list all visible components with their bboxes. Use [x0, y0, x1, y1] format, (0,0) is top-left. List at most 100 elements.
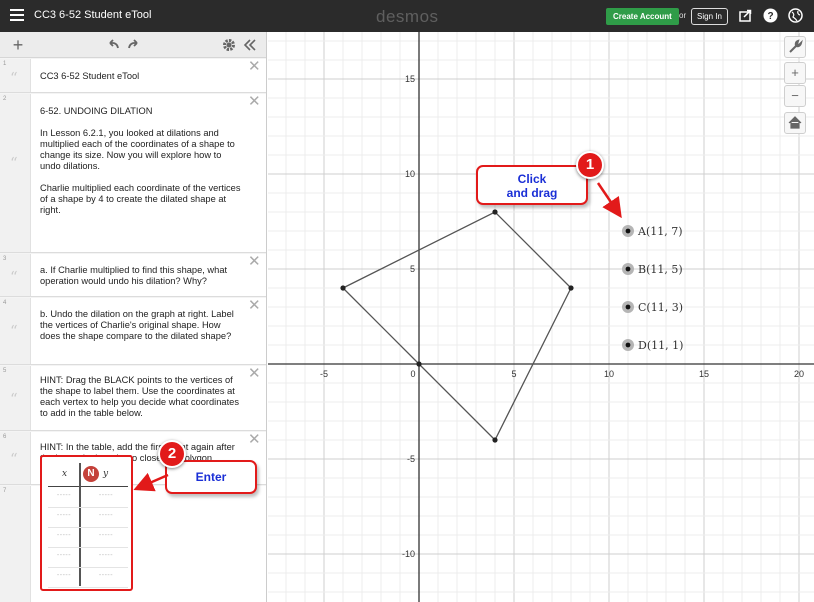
- table-cell-x[interactable]: -----: [50, 512, 78, 519]
- note-quote-icon: “: [10, 450, 18, 468]
- table-cell-y[interactable]: -----: [92, 572, 120, 579]
- expression-item[interactable]: 5 “ HINT: Drag the BLACK points to the v…: [0, 366, 266, 431]
- graph-canvas[interactable]: -5 0 5 10 15 20 15 10 5 -5 -10 A(11, 7) B(11, 5) C(11…: [268, 32, 814, 602]
- close-icon[interactable]: ✕: [248, 366, 261, 381]
- or-label: or: [679, 11, 687, 20]
- table-cell-y[interactable]: -----: [92, 512, 120, 519]
- table-row[interactable]: ----- -----: [48, 488, 128, 508]
- point-label: C(11, 3): [638, 301, 683, 314]
- note-text: a. If Charlie multiplied to find this sh…: [40, 265, 228, 286]
- gear-icon[interactable]: [221, 37, 237, 53]
- polygon-vertex: [568, 285, 574, 291]
- close-icon[interactable]: ✕: [248, 432, 261, 447]
- table-row[interactable]: ----- -----: [48, 568, 128, 588]
- item-number: 1: [3, 61, 7, 67]
- x-tick-label: 0: [410, 369, 415, 379]
- home-icon[interactable]: [784, 112, 806, 134]
- x-tick-label: -5: [320, 369, 328, 379]
- close-icon[interactable]: ✕: [248, 59, 261, 74]
- coordinate-table: x N y ----- ----- ----- ----- ----- ----- ----…: [40, 455, 133, 591]
- y-tick-label: -5: [407, 454, 415, 464]
- x-tick-label: 20: [794, 369, 804, 379]
- table-cell-x[interactable]: -----: [50, 572, 78, 579]
- add-item-icon[interactable]: +: [10, 36, 26, 54]
- note-text: 6-52. UNDOING DILATION In Lesson 6.2.1, …: [40, 106, 242, 216]
- table-cell-x[interactable]: -----: [50, 532, 78, 539]
- polygon-vertex: [492, 209, 498, 215]
- note-heading: 6-52. UNDOING DILATION: [40, 106, 153, 116]
- item-number: 3: [3, 256, 7, 262]
- item-number: 2: [3, 96, 7, 102]
- zoom-in-icon[interactable]: +: [784, 62, 806, 84]
- note-quote-icon: “: [10, 390, 18, 408]
- table-cell-y[interactable]: -----: [92, 552, 120, 559]
- svg-text:?: ?: [767, 11, 773, 22]
- y-tick-label: 5: [410, 264, 415, 274]
- step-1-badge: 1: [576, 151, 604, 179]
- item-number: 6: [3, 434, 7, 440]
- polygon-vertex: [492, 437, 498, 443]
- note-paragraph: In Lesson 6.2.1, you looked at dilations…: [40, 128, 235, 171]
- note-text: b. Undo the dilation on the graph at rig…: [40, 309, 234, 341]
- close-icon[interactable]: ✕: [248, 254, 261, 269]
- point-label: A(11, 7): [637, 225, 683, 238]
- close-icon[interactable]: ✕: [248, 94, 261, 109]
- note-text: HINT: Drag the BLACK points to the verti…: [40, 375, 239, 418]
- draggable-point[interactable]: [625, 304, 631, 310]
- desmos-logo: desmos: [376, 7, 439, 26]
- point-label: D(11, 1): [638, 339, 683, 352]
- callout-line-1: Click: [517, 172, 547, 186]
- close-icon[interactable]: ✕: [248, 298, 261, 313]
- share-icon[interactable]: [738, 8, 753, 23]
- polygon-vertex: [416, 361, 422, 367]
- expression-item[interactable]: 2 “ 6-52. UNDOING DILATION In Lesson 6.2…: [0, 94, 266, 253]
- table-cell-y[interactable]: -----: [92, 532, 120, 539]
- item-number: 5: [3, 368, 7, 374]
- y-tick-label: 15: [405, 74, 415, 84]
- table-row[interactable]: ----- -----: [48, 528, 128, 548]
- table-row[interactable]: ----- -----: [48, 548, 128, 568]
- callout-line-2: and drag: [506, 186, 558, 200]
- redo-icon[interactable]: [126, 37, 142, 53]
- expression-item[interactable]: 4 “ b. Undo the dilation on the graph at…: [0, 298, 266, 365]
- top-bar: CC3 6-52 Student eTool desmos Create Acc…: [0, 0, 814, 32]
- menu-icon[interactable]: [10, 9, 24, 21]
- note-quote-icon: “: [10, 154, 18, 172]
- undo-icon[interactable]: [105, 37, 121, 53]
- column-header-y: y: [103, 469, 109, 479]
- note-quote-icon: “: [10, 268, 18, 286]
- table-cell-x[interactable]: -----: [50, 492, 78, 499]
- table-row[interactable]: ----- -----: [48, 508, 128, 528]
- graph-paper[interactable]: -5 0 5 10 15 20 15 10 5 -5 -10 A(11, 7) B(11, 5) C(11…: [268, 32, 814, 602]
- column-header-x: x: [62, 469, 68, 479]
- note-paragraph: Charlie multiplied each coordinate of th…: [40, 183, 241, 215]
- note-quote-icon: “: [10, 322, 18, 340]
- expression-toolbar: +: [0, 32, 266, 58]
- item-number: 4: [3, 300, 7, 306]
- x-tick-label: 10: [604, 369, 614, 379]
- note-text: CC3 6-52 Student eTool: [40, 71, 140, 81]
- sign-in-button[interactable]: Sign In: [691, 8, 728, 25]
- graph-title: CC3 6-52 Student eTool: [34, 9, 152, 21]
- x-tick-label: 15: [699, 369, 709, 379]
- x-tick-label: 5: [511, 369, 516, 379]
- y-tick-label: 10: [405, 169, 415, 179]
- expression-item[interactable]: 1 “ CC3 6-52 Student eTool ✕: [0, 59, 266, 93]
- table-cell-y[interactable]: -----: [92, 492, 120, 499]
- collapse-panel-icon[interactable]: [242, 37, 258, 53]
- series-style-icon[interactable]: N: [83, 466, 99, 482]
- zoom-out-icon[interactable]: −: [784, 85, 806, 107]
- polygon-vertex: [340, 285, 346, 291]
- help-icon[interactable]: ?: [763, 8, 778, 23]
- draggable-point[interactable]: [625, 342, 631, 348]
- y-tick-label: -10: [402, 549, 415, 559]
- step-2-badge: 2: [158, 440, 186, 468]
- draggable-point[interactable]: [625, 266, 631, 272]
- globe-icon[interactable]: [788, 8, 803, 23]
- wrench-icon[interactable]: [784, 36, 806, 58]
- table-cell-x[interactable]: -----: [50, 552, 78, 559]
- draggable-point[interactable]: [625, 228, 631, 234]
- create-account-button[interactable]: Create Account: [606, 8, 679, 25]
- expression-item[interactable]: 3 “ a. If Charlie multiplied to find thi…: [0, 254, 266, 297]
- note-quote-icon: “: [10, 69, 18, 87]
